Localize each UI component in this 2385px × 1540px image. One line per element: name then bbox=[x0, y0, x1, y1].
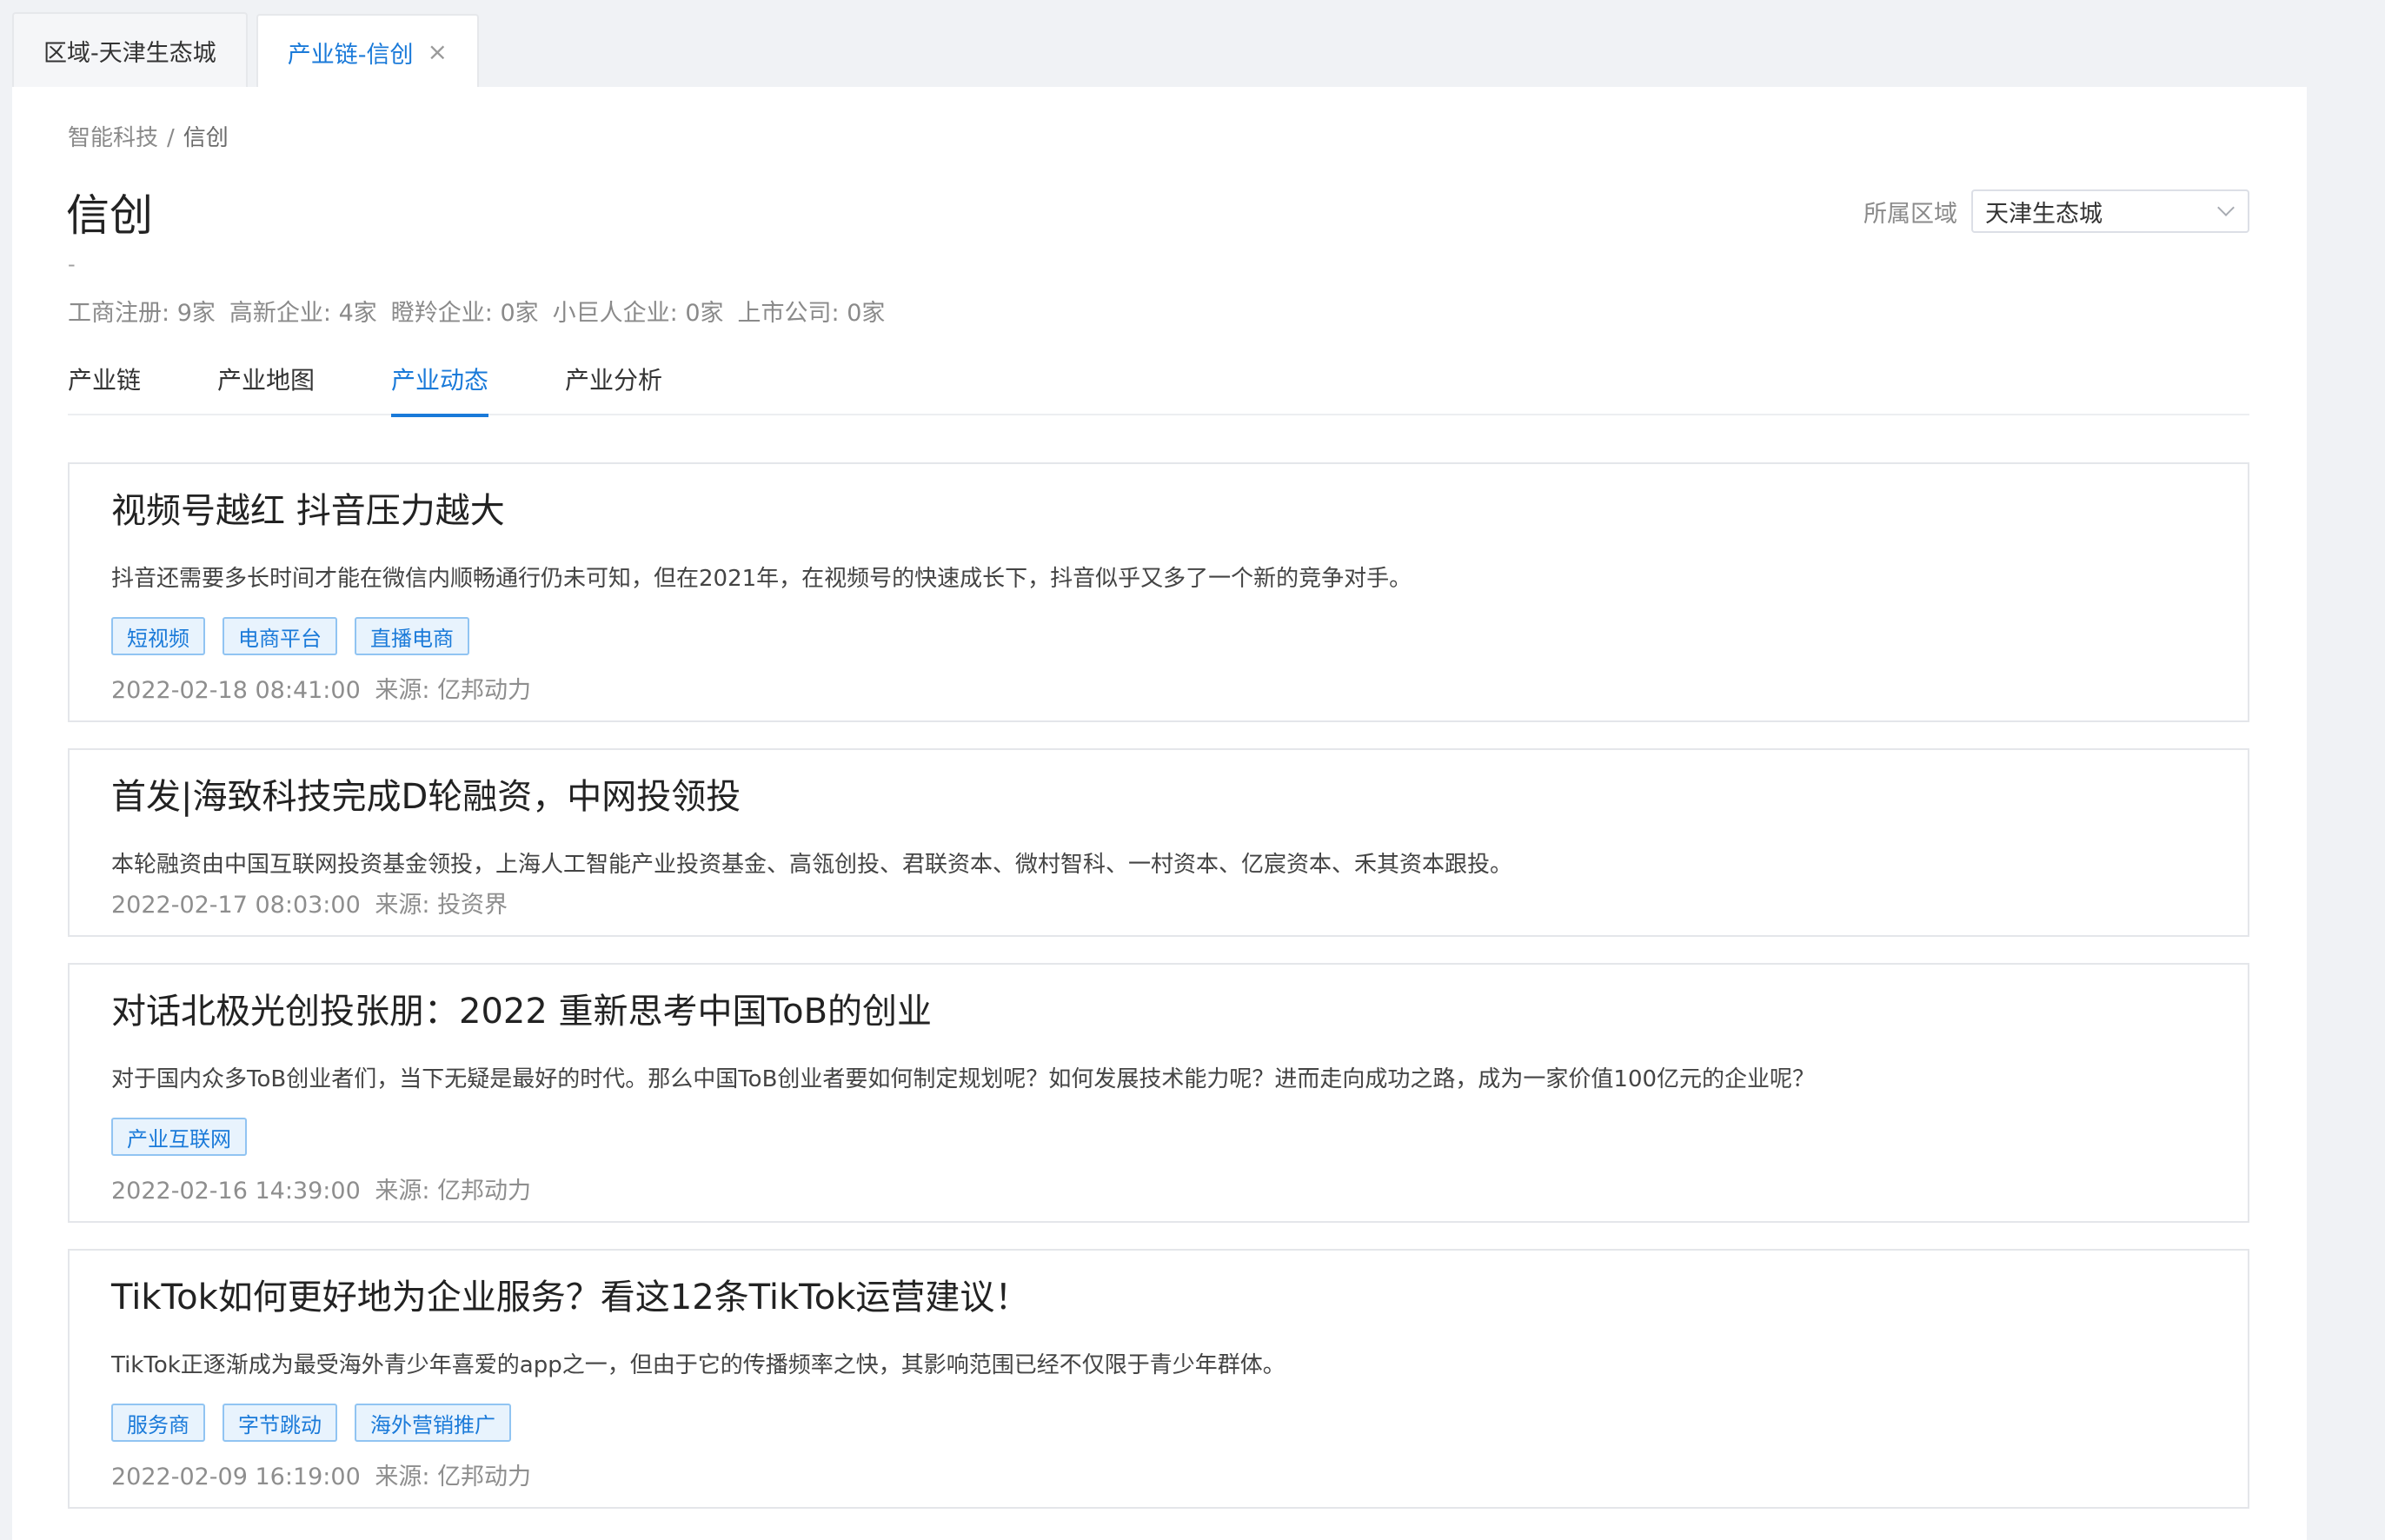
news-meta: 2022-02-18 08:41:00 来源: 亿邦动力 bbox=[111, 671, 2206, 720]
close-icon[interactable]: × bbox=[428, 40, 448, 64]
news-source-label: 来源: bbox=[375, 677, 430, 704]
region-filter: 所属区域 天津生态城 bbox=[1863, 189, 2249, 233]
region-select[interactable]: 天津生态城 bbox=[1971, 189, 2249, 233]
stat-item: 工商注册: 9家 bbox=[68, 300, 216, 327]
page-subtitle: - bbox=[68, 252, 76, 276]
news-time: 2022-02-17 08:03:00 bbox=[111, 892, 361, 919]
news-meta: 2022-02-17 08:03:00 来源: 投资界 bbox=[111, 886, 2206, 935]
page-tab-label: 产业链-信创 bbox=[287, 41, 414, 69]
news-tag[interactable]: 直播电商 bbox=[355, 617, 469, 655]
breadcrumb-parent[interactable]: 智能科技 bbox=[68, 125, 158, 151]
tab-industry-map[interactable]: 产业地图 bbox=[217, 348, 315, 415]
news-tag[interactable]: 海外营销推广 bbox=[355, 1404, 511, 1442]
stat-label: 瞪羚企业 bbox=[390, 300, 485, 327]
news-card[interactable]: 对话北极光创投张朋：2022 重新思考中国ToB的创业 对于国内众多ToB创业者… bbox=[68, 963, 2249, 1223]
news-time: 2022-02-16 14:39:00 bbox=[111, 1178, 361, 1205]
news-card[interactable]: 视频号越红 抖音压力越大 抖音还需要多长时间才能在微信内顺畅通行仍未可知，但在2… bbox=[68, 462, 2249, 722]
news-title[interactable]: 对话北极光创投张朋：2022 重新思考中国ToB的创业 bbox=[111, 986, 2206, 1038]
news-title[interactable]: TikTok如何更好地为企业服务？看这12条TikTok运营建议！ bbox=[111, 1271, 2206, 1324]
news-summary: TikTok正逐渐成为最受海外青少年喜爱的app之一，但由于它的传播频率之快，其… bbox=[111, 1352, 1286, 1378]
stat-label: 上市公司 bbox=[737, 300, 832, 327]
news-title[interactable]: 视频号越红 抖音压力越大 bbox=[111, 485, 2206, 537]
stat-item: 瞪羚企业: 0家 bbox=[390, 300, 539, 327]
stat-label: 小巨人企业 bbox=[552, 300, 670, 327]
news-summary: 本轮融资由中国互联网投资基金领投，上海人工智能产业投资基金、高瓴创投、君联资本、… bbox=[111, 852, 1513, 878]
main-panel: 智能科技 / 信创 信创 - 工商注册: 9家 高新企业: 4家 瞪羚企业: 0家 … bbox=[12, 87, 2307, 1540]
news-meta: 2022-02-09 16:19:00 来源: 亿邦动力 bbox=[111, 1457, 2206, 1507]
stat-item: 高新企业: 4家 bbox=[229, 300, 377, 327]
tab-industry-news[interactable]: 产业动态 bbox=[391, 348, 489, 417]
news-tag[interactable]: 服务商 bbox=[111, 1404, 205, 1442]
region-label: 所属区域 bbox=[1863, 200, 1957, 228]
news-source-label: 来源: bbox=[375, 892, 430, 919]
news-source-label: 来源: bbox=[375, 1178, 430, 1205]
news-title[interactable]: 首发|海致科技完成D轮融资，中网投领投 bbox=[111, 771, 2206, 823]
stat-value: 9家 bbox=[176, 300, 216, 327]
breadcrumb-separator: / bbox=[167, 125, 175, 151]
region-select-value: 天津生态城 bbox=[1985, 200, 2103, 228]
breadcrumb-current: 信创 bbox=[183, 125, 229, 151]
news-time: 2022-02-09 16:19:00 bbox=[111, 1464, 361, 1490]
news-tags: 短视频 电商平台 直播电商 bbox=[111, 617, 2206, 655]
news-time: 2022-02-18 08:41:00 bbox=[111, 677, 361, 704]
page-tab-region[interactable]: 区域-天津生态城 bbox=[12, 12, 248, 87]
news-summary: 抖音还需要多长时间才能在微信内顺畅通行仍未可知，但在2021年，在视频号的快速成… bbox=[111, 566, 1412, 592]
page-tab-bar: 区域-天津生态城 产业链-信创 × bbox=[0, 0, 2385, 89]
news-tag[interactable]: 产业互联网 bbox=[111, 1118, 247, 1156]
news-meta: 2022-02-16 14:39:00 来源: 亿邦动力 bbox=[111, 1172, 2206, 1221]
content-tabs: 产业链 产业地图 产业动态 产业分析 bbox=[68, 348, 2249, 417]
news-tags: 产业互联网 bbox=[111, 1118, 2206, 1156]
news-source-label: 来源: bbox=[375, 1464, 430, 1490]
stat-item: 上市公司: 0家 bbox=[737, 300, 886, 327]
page-tab-industry-chain[interactable]: 产业链-信创 × bbox=[256, 14, 479, 89]
news-tags: 服务商 字节跳动 海外营销推广 bbox=[111, 1404, 2206, 1442]
stat-value: 0家 bbox=[847, 300, 886, 327]
news-tag[interactable]: 字节跳动 bbox=[223, 1404, 337, 1442]
stat-value: 0家 bbox=[685, 300, 724, 327]
stats-bar: 工商注册: 9家 高新企业: 4家 瞪羚企业: 0家 小巨人企业: 0家 上市公… bbox=[68, 294, 885, 328]
stat-value: 4家 bbox=[338, 300, 377, 327]
news-source: 亿邦动力 bbox=[437, 1178, 532, 1205]
news-card[interactable]: TikTok如何更好地为企业服务？看这12条TikTok运营建议！ TikTok… bbox=[68, 1249, 2249, 1509]
breadcrumb: 智能科技 / 信创 bbox=[68, 120, 229, 152]
news-list: 视频号越红 抖音压力越大 抖音还需要多长时间才能在微信内顺畅通行仍未可知，但在2… bbox=[68, 462, 2249, 1535]
news-source: 投资界 bbox=[437, 892, 508, 919]
chevron-down-icon bbox=[2217, 199, 2235, 216]
news-source: 亿邦动力 bbox=[437, 677, 532, 704]
page-title: 信创 bbox=[66, 190, 153, 241]
stat-label: 工商注册 bbox=[68, 300, 162, 327]
stat-label: 高新企业 bbox=[229, 300, 323, 327]
tab-industry-analysis[interactable]: 产业分析 bbox=[565, 348, 662, 415]
page-tab-label: 区域-天津生态城 bbox=[43, 39, 216, 67]
stat-item: 小巨人企业: 0家 bbox=[552, 300, 724, 327]
news-card[interactable]: 首发|海致科技完成D轮融资，中网投领投 本轮融资由中国互联网投资基金领投，上海人… bbox=[68, 748, 2249, 937]
stat-value: 0家 bbox=[500, 300, 539, 327]
news-tag[interactable]: 电商平台 bbox=[223, 617, 337, 655]
news-source: 亿邦动力 bbox=[437, 1464, 532, 1490]
news-tag[interactable]: 短视频 bbox=[111, 617, 205, 655]
tab-industry-chain[interactable]: 产业链 bbox=[68, 348, 141, 415]
news-summary: 对于国内众多ToB创业者们，当下无疑是最好的时代。那么中国ToB创业者要如何制定… bbox=[111, 1066, 1816, 1092]
